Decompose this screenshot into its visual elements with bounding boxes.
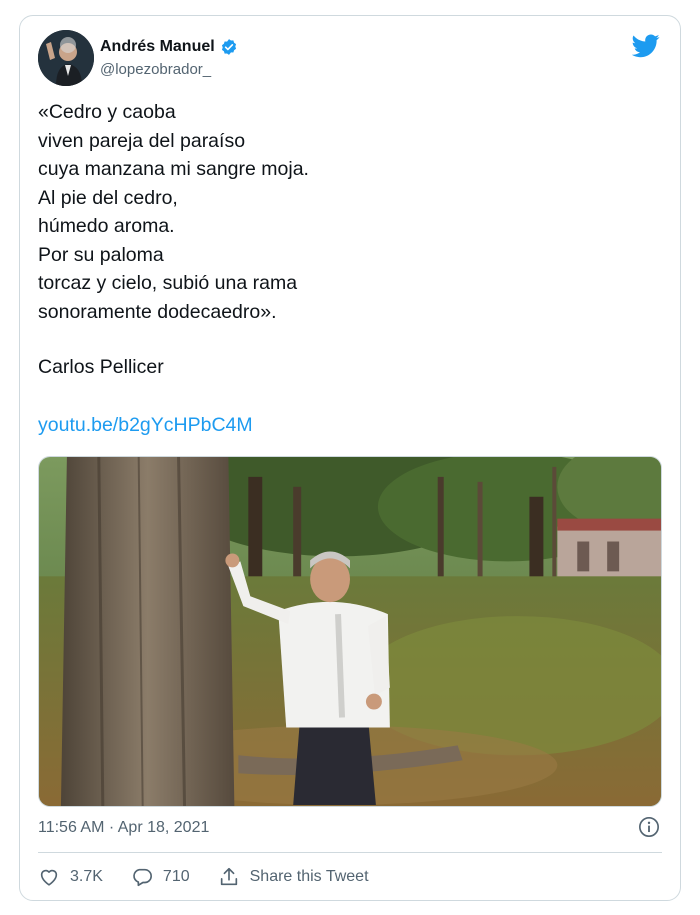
photo-man-by-tree	[39, 457, 661, 806]
avatar-image	[38, 30, 94, 86]
tweet-line: torcaz y cielo, subió una rama	[38, 272, 298, 294]
tweet-body: «Cedro y caoba viven pareja del paraíso …	[38, 98, 658, 326]
tweet-line: Por su paloma	[38, 243, 164, 266]
reply-count: 710	[162, 868, 190, 885]
tweet-attribution: Carlos Pellicer	[38, 356, 164, 378]
author-display-name[interactable]: Andrés Manuel	[100, 38, 215, 56]
tweet-line: húmedo aroma.	[38, 215, 175, 237]
divider	[38, 852, 662, 853]
author-handle[interactable]: @lopezobrador_	[100, 61, 211, 78]
info-icon[interactable]	[638, 816, 660, 838]
youtube-link[interactable]: youtu.be/b2gYcHPbC4M	[38, 414, 253, 437]
verified-badge-icon	[221, 39, 236, 55]
avatar[interactable]	[38, 30, 94, 86]
tweet-line: viven pareja del paraíso	[38, 129, 246, 152]
reply-button[interactable]: 710	[131, 866, 190, 888]
heart-icon	[40, 869, 58, 886]
tweet-line: sonoramente dodecaedro».	[38, 300, 277, 323]
twitter-bird-icon[interactable]	[632, 34, 660, 58]
share-icon	[220, 867, 237, 886]
tweet-card: Andrés Manuel @lopezobrador_ «Cedro y ca…	[19, 15, 681, 901]
tweet-photo[interactable]	[38, 456, 662, 807]
author-name-row[interactable]: Andrés Manuel	[100, 38, 238, 56]
tweet-timestamp[interactable]: 11:56 AM · Apr 18, 2021	[38, 819, 209, 837]
tweet-line: cuya manzana mi sangre moja.	[38, 158, 309, 180]
tweet-line: «Cedro y caoba	[38, 101, 176, 123]
like-count: 3.7K	[70, 868, 103, 885]
tweet-line: Al pie del cedro,	[38, 186, 178, 209]
tweet-actions: 3.7K 710 Share this Tweet	[38, 866, 397, 888]
share-button[interactable]: Share this Tweet	[218, 866, 369, 888]
share-label: Share this Tweet	[249, 868, 369, 885]
like-button[interactable]: 3.7K	[38, 866, 103, 888]
reply-icon	[133, 868, 152, 887]
